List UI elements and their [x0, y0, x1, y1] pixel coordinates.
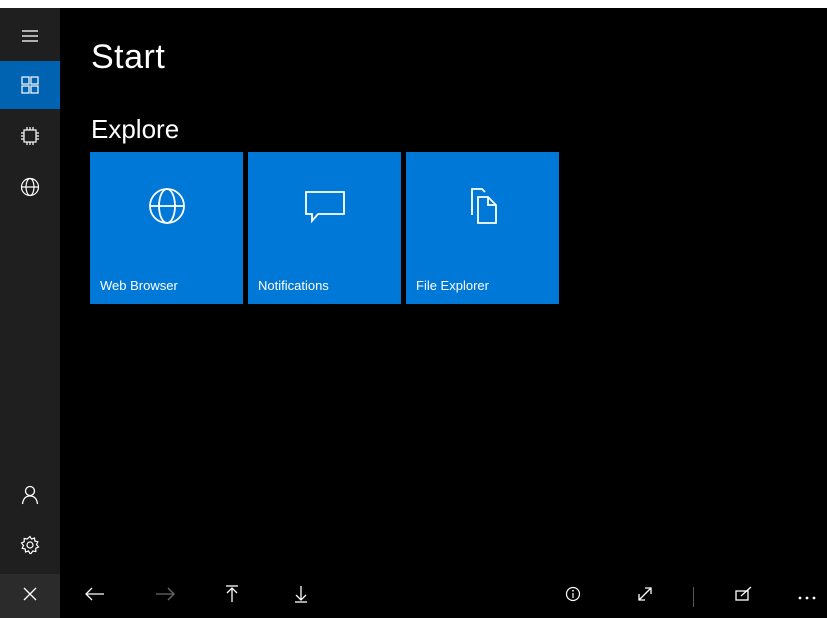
back-arrow-icon [85, 587, 105, 606]
sidebar-item-settings[interactable] [0, 521, 60, 569]
tile-notifications[interactable]: Notifications [248, 152, 401, 304]
bottom-command-bar [60, 574, 827, 618]
sidebar-item-start[interactable] [0, 61, 60, 109]
tile-web-browser[interactable]: Web Browser [90, 152, 243, 304]
section-title: Explore [91, 114, 180, 144]
app-window: Start Explore Web Browser Notifications [0, 8, 827, 618]
forward-arrow-icon [155, 587, 175, 606]
upload-button[interactable] [212, 574, 252, 618]
sidebar-item-device[interactable] [0, 112, 60, 160]
speech-bubble-icon [248, 186, 401, 226]
sidebar-item-web[interactable] [0, 163, 60, 211]
info-icon [565, 586, 581, 607]
tiles-grid-icon [21, 76, 39, 94]
command-bar-separator [693, 587, 694, 607]
chip-icon [20, 126, 40, 146]
close-button[interactable] [0, 574, 60, 618]
expand-button[interactable] [625, 574, 665, 618]
forward-button[interactable] [145, 574, 185, 618]
sidebar-item-account[interactable] [0, 471, 60, 519]
settings-gear-icon [20, 535, 40, 555]
page-title: Start [91, 38, 166, 76]
more-options-button[interactable] [787, 574, 827, 618]
globe-icon [90, 186, 243, 226]
person-icon [21, 485, 39, 505]
close-icon [23, 587, 37, 606]
download-icon [294, 585, 308, 608]
info-button[interactable] [553, 574, 593, 618]
tile-label: Web Browser [100, 278, 178, 293]
edit-icon [735, 586, 753, 607]
edit-button[interactable] [724, 574, 764, 618]
documents-icon [406, 186, 559, 226]
tile-label: Notifications [258, 278, 329, 293]
globe-icon [20, 177, 40, 197]
back-button[interactable] [75, 574, 115, 618]
tile-file-explorer[interactable]: File Explorer [406, 152, 559, 304]
more-options-icon [798, 587, 816, 605]
upload-icon [225, 584, 239, 608]
download-button[interactable] [281, 574, 321, 618]
expand-icon [637, 586, 653, 607]
hamburger-menu-icon[interactable] [0, 12, 60, 60]
tile-label: File Explorer [416, 278, 489, 293]
sidebar [0, 8, 60, 618]
